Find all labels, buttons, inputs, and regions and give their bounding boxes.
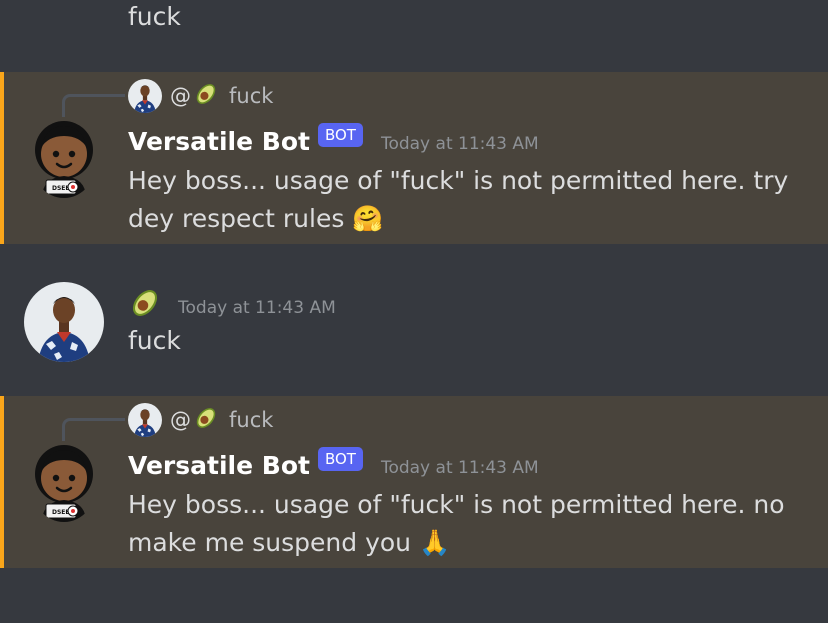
reply-avatar	[128, 79, 162, 113]
message-header: Versatile Bot BOT Today at 11:43 AM	[128, 123, 539, 158]
reply-text: fuck	[229, 84, 274, 108]
user-avatar[interactable]	[24, 282, 104, 362]
avocado-icon	[193, 405, 219, 436]
avocado-icon	[193, 81, 219, 112]
message-continuation[interactable]: fuck	[0, 0, 828, 60]
message-header: Versatile Bot BOT Today at 11:43 AM	[128, 447, 539, 482]
reply-avatar	[128, 403, 162, 437]
message-content: Hey boss... usage of "fuck" is not permi…	[128, 490, 785, 557]
bot-tag: BOT	[317, 447, 363, 471]
message-content: fuck	[128, 2, 181, 31]
author-name[interactable]: Versatile Bot	[128, 451, 310, 480]
message-user[interactable]: Today at 11:43 AM fuck	[0, 270, 828, 380]
timestamp[interactable]: Today at 11:43 AM	[381, 134, 539, 154]
reply-preview[interactable]: @ fuck	[128, 76, 273, 116]
reply-connector	[62, 418, 125, 441]
avocado-icon[interactable]	[128, 286, 162, 324]
author-name[interactable]: Versatile Bot	[128, 127, 310, 156]
reply-connector	[62, 94, 125, 117]
message-bot-reply[interactable]: @ fuck Versatile Bot BOT Today at 11:43 …	[0, 396, 828, 568]
message-bot-reply[interactable]: @ fuck Versatile Bot BOT Today at 11:43 …	[0, 72, 828, 244]
bot-avatar[interactable]	[30, 442, 98, 522]
reply-preview[interactable]: @ fuck	[128, 400, 273, 440]
timestamp[interactable]: Today at 11:43 AM	[178, 298, 336, 318]
timestamp[interactable]: Today at 11:43 AM	[381, 458, 539, 478]
bot-avatar[interactable]	[30, 118, 98, 198]
chat-messages: fuck @ fuck Versatile Bot BOT Today at 1…	[0, 0, 828, 623]
reply-text: fuck	[229, 408, 274, 432]
reply-mention-at: @	[170, 84, 191, 108]
message-content: Hey boss... usage of "fuck" is not permi…	[128, 166, 789, 233]
message-content: fuck	[128, 326, 181, 355]
bot-tag: BOT	[317, 123, 363, 147]
reply-mention-at: @	[170, 408, 191, 432]
message-header: Today at 11:43 AM	[128, 288, 336, 322]
